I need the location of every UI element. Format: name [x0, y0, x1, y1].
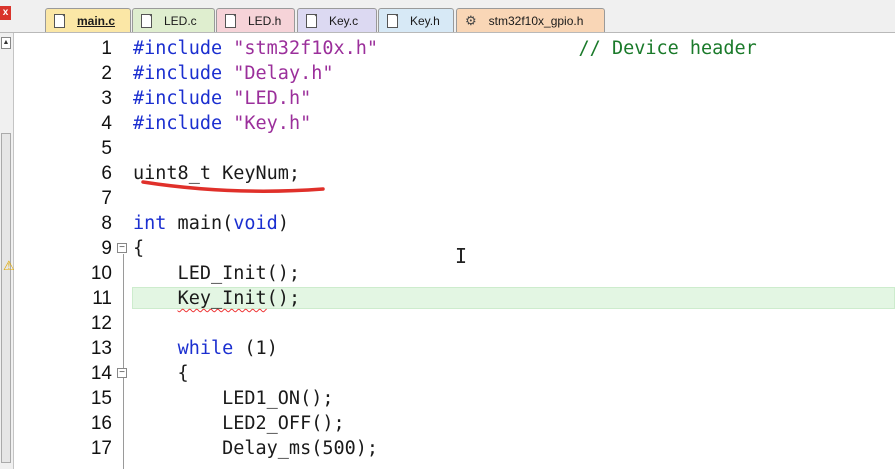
text-cursor-icon: I — [455, 244, 468, 268]
scroll-up-arrow-icon[interactable]: ▲ — [1, 37, 11, 49]
line-number: 10 — [90, 263, 112, 284]
code-text: #include "Delay.h" — [133, 63, 334, 84]
line-number: 14 — [90, 363, 112, 384]
code-text: #include "LED.h" — [133, 88, 312, 109]
tab-label: Key.h — [410, 13, 440, 28]
line-number: 1 — [101, 38, 112, 59]
line-number: 15 — [90, 388, 112, 409]
line-number: 11 — [92, 288, 112, 309]
left-scrollbar[interactable]: ▲ — [0, 33, 14, 469]
fold-toggle-icon[interactable]: − — [117, 368, 127, 378]
settings-file-icon: ⚙ — [465, 12, 477, 28]
code-line[interactable]: 15 LED1_ON(); — [26, 386, 895, 411]
file-icon — [225, 13, 236, 28]
scroll-thumb[interactable] — [1, 133, 11, 463]
code-text: #include "Key.h" — [133, 113, 312, 134]
code-text: { — [133, 238, 145, 259]
line-number: 12 — [90, 313, 112, 334]
line-number: 16 — [90, 413, 112, 434]
tab-label: stm32f10x_gpio.h — [488, 13, 584, 28]
code-line[interactable]: 1 #include "stm32f10x.h" // Device header — [26, 36, 895, 61]
file-icon — [306, 13, 317, 28]
code-text: LED_Init(); — [133, 263, 301, 284]
line-number: 5 — [101, 138, 112, 159]
tab-main-c[interactable]: main.c — [45, 8, 131, 32]
line-number: 8 — [101, 213, 112, 234]
fold-toggle-icon[interactable]: − — [117, 243, 127, 253]
tab-label: Key.c — [329, 13, 359, 28]
line-number: 3 — [101, 88, 112, 109]
line-number: 17 — [90, 438, 112, 459]
file-icon — [387, 13, 398, 28]
tab-key-c[interactable]: Key.c — [297, 8, 377, 32]
code-line[interactable]: 17 Delay_ms(500); — [26, 436, 895, 461]
close-icon[interactable]: x — [0, 6, 11, 20]
code-line[interactable]: 5 — [26, 136, 895, 161]
file-icon — [141, 13, 152, 28]
file-icon — [54, 13, 65, 28]
tab-led-h[interactable]: LED.h — [216, 8, 295, 32]
code-text: LED2_OFF(); — [133, 413, 345, 434]
code-line[interactable]: 12 — [26, 311, 895, 336]
code-line[interactable]: 3 #include "LED.h" — [26, 86, 895, 111]
line-number: 2 — [101, 63, 112, 84]
code-text: #include "stm32f10x.h" // Device header — [133, 38, 757, 59]
tab-stm32f10x-gpio-h[interactable]: ⚙ stm32f10x_gpio.h — [456, 8, 605, 32]
tab-led-c[interactable]: LED.c — [132, 8, 215, 32]
code-line[interactable]: 4 #include "Key.h" — [26, 111, 895, 136]
code-line[interactable]: 2 #include "Delay.h" — [26, 61, 895, 86]
red-underline-annotation — [141, 180, 325, 193]
line-number: 6 — [101, 163, 112, 184]
code-line[interactable]: 16 LED2_OFF(); — [26, 411, 895, 436]
code-line[interactable]: 13 while (1) — [26, 336, 895, 361]
tab-label: LED.h — [248, 13, 282, 28]
editor-tab-bar: x main.c LED.c LED.h Key.c Key.h ⚙ stm32f10x_g… — [0, 0, 895, 33]
code-text: Delay_ms(500); — [133, 438, 379, 459]
code-text: Key_Init(); — [177, 288, 301, 309]
code-text: while (1) — [177, 338, 278, 359]
tab-label: main.c — [77, 13, 116, 28]
tab-key-h[interactable]: Key.h — [378, 8, 454, 32]
code-text: { — [133, 363, 189, 384]
line-number: 7 — [101, 188, 112, 209]
code-line[interactable]: 14− { — [26, 361, 895, 386]
line-number: 4 — [101, 113, 112, 134]
line-number: 13 — [90, 338, 112, 359]
code-line[interactable]: 11 Key_Init(); — [26, 286, 895, 311]
tab-label: LED.c — [164, 13, 197, 28]
line-number: 9 — [101, 238, 112, 259]
warning-icon[interactable]: ⚠ — [3, 258, 15, 274]
code-text: LED1_ON(); — [133, 388, 334, 409]
